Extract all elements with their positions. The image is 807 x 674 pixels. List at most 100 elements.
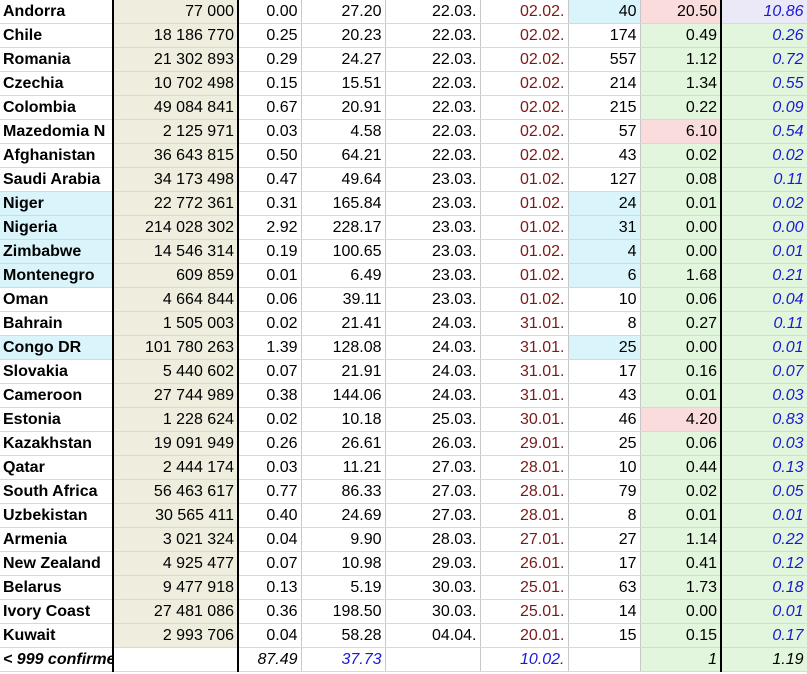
country-cell[interactable]: Niger <box>0 191 114 216</box>
pct-cell[interactable]: 0.02 <box>238 407 302 432</box>
country-cell[interactable]: Nigeria <box>0 215 114 240</box>
v1-cell[interactable]: 1.34 <box>640 71 722 96</box>
count-cell[interactable]: 8 <box>568 503 641 528</box>
date1-cell[interactable]: 23.03. <box>385 191 481 216</box>
date1-cell[interactable]: 23.03. <box>385 263 481 288</box>
date1-cell[interactable]: 22.03. <box>385 0 481 24</box>
date2-cell[interactable]: 02.02. <box>480 47 569 72</box>
v2-cell[interactable]: 0.18 <box>721 575 807 600</box>
v2-cell[interactable]: 0.26 <box>721 23 807 48</box>
date1-cell[interactable]: 22.03. <box>385 143 481 168</box>
country-cell[interactable]: Czechia <box>0 71 114 96</box>
date1-cell[interactable]: 23.03. <box>385 287 481 312</box>
v2-cell[interactable]: 0.55 <box>721 71 807 96</box>
count-cell[interactable]: 127 <box>568 167 641 192</box>
country-cell[interactable]: Mazedomia N <box>0 119 114 144</box>
density-cell[interactable]: 165.84 <box>301 191 386 216</box>
country-cell[interactable]: Slovakia <box>0 359 114 384</box>
date1-cell[interactable]: 24.03. <box>385 335 481 360</box>
v2-cell[interactable]: 0.03 <box>721 383 807 408</box>
date2-cell[interactable]: 01.02. <box>480 167 569 192</box>
population-cell[interactable]: 9 477 918 <box>113 575 239 600</box>
density-cell[interactable]: 64.21 <box>301 143 386 168</box>
pct-cell[interactable]: 0.19 <box>238 239 302 264</box>
date1-cell[interactable]: 22.03. <box>385 95 481 120</box>
summary-density-cell[interactable]: 37.73 <box>301 647 386 672</box>
v1-cell[interactable]: 0.02 <box>640 479 722 504</box>
density-cell[interactable]: 39.11 <box>301 287 386 312</box>
country-cell[interactable]: Cameroon <box>0 383 114 408</box>
summary-date2-cell[interactable]: 10.02. <box>480 647 569 672</box>
v2-cell[interactable]: 0.17 <box>721 623 807 648</box>
date1-cell[interactable]: 23.03. <box>385 215 481 240</box>
v1-cell[interactable]: 20.50 <box>640 0 722 24</box>
date2-cell[interactable]: 01.02. <box>480 263 569 288</box>
date1-cell[interactable]: 25.03. <box>385 407 481 432</box>
date2-cell[interactable]: 02.02. <box>480 143 569 168</box>
population-cell[interactable]: 34 173 498 <box>113 167 239 192</box>
count-cell[interactable]: 14 <box>568 599 641 624</box>
count-cell[interactable]: 43 <box>568 383 641 408</box>
density-cell[interactable]: 11.21 <box>301 455 386 480</box>
v1-cell[interactable]: 0.00 <box>640 239 722 264</box>
count-cell[interactable]: 15 <box>568 623 641 648</box>
density-cell[interactable]: 10.18 <box>301 407 386 432</box>
v1-cell[interactable]: 0.44 <box>640 455 722 480</box>
count-cell[interactable]: 10 <box>568 455 641 480</box>
population-cell[interactable]: 36 643 815 <box>113 143 239 168</box>
population-cell[interactable]: 27 744 989 <box>113 383 239 408</box>
date1-cell[interactable]: 24.03. <box>385 359 481 384</box>
date2-cell[interactable]: 01.02. <box>480 215 569 240</box>
count-cell[interactable]: 63 <box>568 575 641 600</box>
date1-cell[interactable]: 22.03. <box>385 71 481 96</box>
count-cell[interactable]: 27 <box>568 527 641 552</box>
summary-v1-cell[interactable]: 1 <box>640 647 722 672</box>
date1-cell[interactable]: 27.03. <box>385 479 481 504</box>
country-cell[interactable]: Belarus <box>0 575 114 600</box>
v2-cell[interactable]: 0.05 <box>721 479 807 504</box>
pct-cell[interactable]: 0.00 <box>238 0 302 24</box>
country-cell[interactable]: Bahrain <box>0 311 114 336</box>
count-cell[interactable]: 174 <box>568 23 641 48</box>
density-cell[interactable]: 100.65 <box>301 239 386 264</box>
date1-cell[interactable]: 27.03. <box>385 503 481 528</box>
date2-cell[interactable]: 31.01. <box>480 359 569 384</box>
v2-cell[interactable]: 0.22 <box>721 527 807 552</box>
density-cell[interactable]: 6.49 <box>301 263 386 288</box>
v1-cell[interactable]: 0.01 <box>640 503 722 528</box>
count-cell[interactable]: 79 <box>568 479 641 504</box>
count-cell[interactable]: 17 <box>568 359 641 384</box>
date2-cell[interactable]: 31.01. <box>480 335 569 360</box>
pct-cell[interactable]: 0.29 <box>238 47 302 72</box>
date1-cell[interactable]: 29.03. <box>385 551 481 576</box>
date2-cell[interactable]: 26.01. <box>480 551 569 576</box>
summary-population-cell[interactable] <box>113 647 239 672</box>
country-cell[interactable]: Chile <box>0 23 114 48</box>
date2-cell[interactable]: 25.01. <box>480 599 569 624</box>
summary-label-cell[interactable]: < 999 confirmed <box>0 647 114 672</box>
date1-cell[interactable]: 26.03. <box>385 431 481 456</box>
date2-cell[interactable]: 30.01. <box>480 407 569 432</box>
pct-cell[interactable]: 0.36 <box>238 599 302 624</box>
population-cell[interactable]: 14 546 314 <box>113 239 239 264</box>
count-cell[interactable]: 215 <box>568 95 641 120</box>
date1-cell[interactable]: 27.03. <box>385 455 481 480</box>
count-cell[interactable]: 40 <box>568 0 641 24</box>
population-cell[interactable]: 4 664 844 <box>113 287 239 312</box>
population-cell[interactable]: 10 702 498 <box>113 71 239 96</box>
date1-cell[interactable]: 22.03. <box>385 23 481 48</box>
country-cell[interactable]: South Africa <box>0 479 114 504</box>
date2-cell[interactable]: 02.02. <box>480 0 569 24</box>
density-cell[interactable]: 20.91 <box>301 95 386 120</box>
count-cell[interactable]: 57 <box>568 119 641 144</box>
count-cell[interactable]: 25 <box>568 431 641 456</box>
pct-cell[interactable]: 0.03 <box>238 119 302 144</box>
pct-cell[interactable]: 2.92 <box>238 215 302 240</box>
v2-cell[interactable]: 0.21 <box>721 263 807 288</box>
date1-cell[interactable]: 30.03. <box>385 599 481 624</box>
pct-cell[interactable]: 0.13 <box>238 575 302 600</box>
population-cell[interactable]: 609 859 <box>113 263 239 288</box>
count-cell[interactable]: 4 <box>568 239 641 264</box>
density-cell[interactable]: 21.41 <box>301 311 386 336</box>
date2-cell[interactable]: 01.02. <box>480 287 569 312</box>
